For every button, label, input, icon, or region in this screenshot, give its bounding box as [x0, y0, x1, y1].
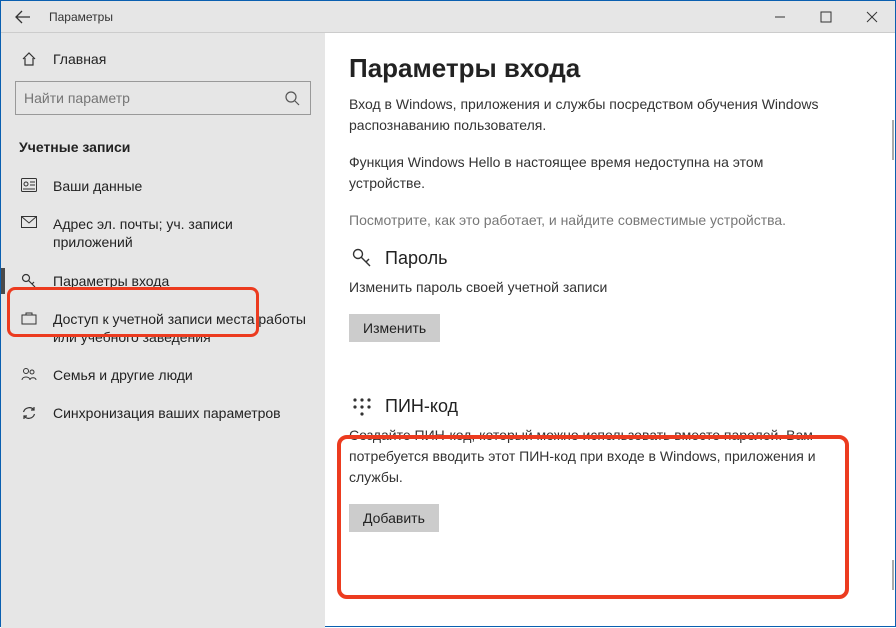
search-icon: [284, 90, 302, 106]
nav-label: Ваши данные: [53, 177, 319, 195]
minimize-icon: [774, 11, 786, 23]
close-button[interactable]: [849, 1, 895, 33]
window-controls: [757, 1, 895, 33]
page-title: Параметры входа: [349, 53, 865, 84]
mail-icon: [19, 216, 39, 228]
nav-item-sync[interactable]: Синхронизация ваших параметров: [1, 394, 325, 432]
section-header: Учетные записи: [1, 131, 325, 167]
change-password-button[interactable]: Изменить: [349, 314, 440, 342]
arrow-left-icon: [15, 10, 31, 24]
scrollbar[interactable]: [892, 120, 894, 160]
intro-text: Вход в Windows, приложения и службы поср…: [349, 94, 829, 136]
briefcase-icon: [19, 311, 39, 325]
sidebar: Главная Учетные записи Ваши данные Адрес…: [1, 33, 325, 628]
pin-desc: Создайте ПИН-код, который можно использо…: [349, 425, 829, 488]
nav-label: Семья и другие люди: [53, 366, 319, 384]
people-icon: [19, 367, 39, 381]
key-icon: [19, 273, 39, 289]
nav-label: Параметры входа: [53, 272, 319, 290]
key-icon: [349, 247, 375, 269]
nav-item-your-info[interactable]: Ваши данные: [1, 167, 325, 205]
content-pane: Параметры входа Вход в Windows, приложен…: [325, 33, 895, 628]
scrollbar[interactable]: [892, 560, 894, 590]
home-label: Главная: [53, 51, 106, 67]
nav-item-sign-in-options[interactable]: Параметры входа: [1, 262, 325, 300]
pin-heading-row: ПИН-код: [349, 396, 865, 417]
home-nav[interactable]: Главная: [1, 43, 325, 75]
add-pin-button[interactable]: Добавить: [349, 504, 439, 532]
id-card-icon: [19, 178, 39, 192]
hello-unavailable-text: Функция Windows Hello в настоящее время …: [349, 152, 829, 194]
back-button[interactable]: [1, 1, 45, 33]
sync-icon: [19, 405, 39, 421]
nav-label: Синхронизация ваших параметров: [53, 404, 319, 422]
nav-item-family[interactable]: Семья и другие люди: [1, 356, 325, 394]
hello-help-text: Посмотрите, как это работает, и найдите …: [349, 210, 829, 231]
search-box[interactable]: [15, 81, 311, 115]
password-desc: Изменить пароль своей учетной записи: [349, 277, 829, 298]
window-title: Параметры: [45, 10, 757, 24]
titlebar: Параметры: [1, 1, 895, 33]
nav-list: Ваши данные Адрес эл. почты; уч. записи …: [1, 167, 325, 433]
close-icon: [866, 11, 878, 23]
nav-label: Доступ к учетной записи места работы или…: [53, 310, 319, 346]
nav-item-work-school[interactable]: Доступ к учетной записи места работы или…: [1, 300, 325, 356]
search-input[interactable]: [24, 90, 284, 106]
maximize-button[interactable]: [803, 1, 849, 33]
password-heading-row: Пароль: [349, 247, 865, 269]
pin-heading: ПИН-код: [385, 396, 458, 417]
password-heading: Пароль: [385, 248, 447, 269]
minimize-button[interactable]: [757, 1, 803, 33]
home-icon: [19, 51, 39, 67]
nav-label: Адрес эл. почты; уч. записи приложений: [53, 215, 319, 251]
nav-item-email-accounts[interactable]: Адрес эл. почты; уч. записи приложений: [1, 205, 325, 261]
maximize-icon: [820, 11, 832, 23]
pin-pad-icon: [349, 397, 375, 417]
